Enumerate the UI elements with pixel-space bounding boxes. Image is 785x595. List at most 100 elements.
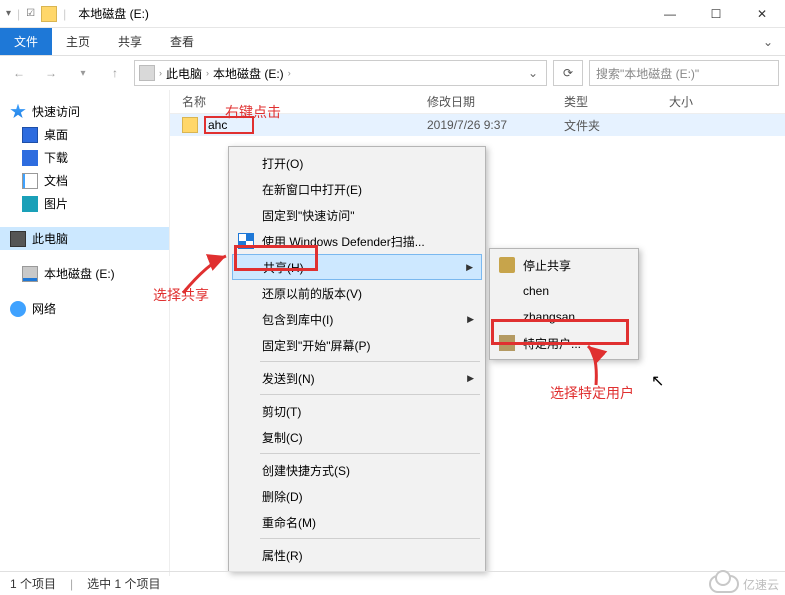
status-selected: 选中 1 个项目 [87,575,160,592]
sidebar-item-label: 文档 [44,172,68,189]
qat-sep2: | [63,7,66,21]
sidebar-item-drive-e[interactable]: 本地磁盘 (E:) [0,262,169,285]
sidebar-item-downloads[interactable]: 下载 [0,146,169,169]
chevron-right-icon: ▶ [467,314,474,325]
menu-item-stop-share[interactable]: 停止共享 [493,252,635,278]
tab-share[interactable]: 共享 [104,28,156,55]
chevron-right-icon: ▶ [466,262,473,273]
menu-separator [260,453,480,454]
drive-icon [22,266,38,282]
menu-item-defender[interactable]: 使用 Windows Defender扫描... [232,228,482,254]
menu-item-include[interactable]: 包含到库中(I)▶ [232,306,482,332]
qat-dropdown-icon[interactable]: ▾ [6,8,11,19]
menu-item-share[interactable]: 共享(H)▶ [232,254,482,280]
nav-recent-icon[interactable]: ▾ [70,60,96,86]
cursor-icon: ↖ [651,371,664,391]
sidebar-item-label: 图片 [44,195,68,212]
folder-icon [41,6,57,22]
download-icon [22,150,38,166]
search-input[interactable]: 搜索"本地磁盘 (E:)" [589,60,779,86]
ribbon-expand-icon[interactable]: ⌄ [751,28,785,55]
ribbon-tabs: 文件 主页 共享 查看 ⌄ [0,28,785,56]
menu-item-send-to[interactable]: 发送到(N)▶ [232,365,482,391]
nav-up-button[interactable]: ↑ [102,60,128,86]
status-count: 1 个项目 [10,575,56,592]
list-item[interactable]: ahc 2019/7/26 9:37 文件夹 [170,114,785,136]
sidebar-item-this-pc[interactable]: 此电脑 [0,227,169,250]
menu-item-restore[interactable]: 还原以前的版本(V) [232,280,482,306]
tab-view[interactable]: 查看 [156,28,208,55]
close-button[interactable]: ✕ [739,0,785,28]
chevron-right-icon: › [206,68,209,78]
sidebar-item-label: 快速访问 [32,103,80,120]
network-icon [10,301,26,317]
minimize-button[interactable]: — [647,0,693,28]
sidebar-item-label: 桌面 [44,126,68,143]
nav-forward-button[interactable]: → [38,60,64,86]
status-separator: | [70,577,73,591]
nav-back-button[interactable]: ← [6,60,32,86]
menu-item-user-chen[interactable]: chen [493,278,635,304]
column-size[interactable]: 大小 [669,93,693,110]
document-icon [22,173,38,189]
context-menu: 打开(O) 在新窗口中打开(E) 固定到"快速访问" 使用 Windows De… [228,146,486,572]
lock-icon [499,257,515,273]
address-bar[interactable]: › 此电脑 › 本地磁盘 (E:) › ⌄ [134,60,547,86]
column-date[interactable]: 修改日期 [427,93,564,110]
folder-icon [182,117,198,133]
share-submenu: 停止共享 chen zhangsan 特定用户... [489,248,639,360]
qat-check-icon[interactable]: ☑ [26,8,35,19]
tab-file[interactable]: 文件 [0,28,52,55]
column-name[interactable]: 名称 [182,93,427,110]
star-icon [10,104,26,120]
sidebar-item-pictures[interactable]: 图片 [0,192,169,215]
pc-icon [139,65,155,81]
menu-item-open[interactable]: 打开(O) [232,150,482,176]
sidebar-item-label: 下载 [44,149,68,166]
search-placeholder: 搜索"本地磁盘 (E:)" [596,65,699,82]
sidebar-item-network[interactable]: 网络 [0,297,169,320]
people-icon [499,335,515,351]
refresh-button[interactable]: ⟳ [553,60,583,86]
menu-item-pin-quick[interactable]: 固定到"快速访问" [232,202,482,228]
sidebar-item-quick-access[interactable]: 快速访问 [0,100,169,123]
menu-item-specific-users[interactable]: 特定用户... [493,330,635,356]
chevron-right-icon: › [288,68,291,78]
menu-item-new-window[interactable]: 在新窗口中打开(E) [232,176,482,202]
watermark: 亿速云 [709,575,779,593]
sidebar-item-label: 网络 [32,300,56,317]
status-bar: 1 个项目 | 选中 1 个项目 [0,571,785,595]
breadcrumb[interactable]: 此电脑 [166,65,202,82]
navigation-bar: ← → ▾ ↑ › 此电脑 › 本地磁盘 (E:) › ⌄ ⟳ 搜索"本地磁盘 … [0,56,785,90]
menu-item-rename[interactable]: 重命名(M) [232,509,482,535]
menu-item-user-zhangsan[interactable]: zhangsan [493,304,635,330]
file-name: ahc [208,118,227,132]
navigation-pane: 快速访问 桌面 下载 文档 图片 此电脑 本地磁盘 (E:) 网络 [0,90,170,576]
maximize-button[interactable]: ☐ [693,0,739,28]
desktop-icon [22,127,38,143]
column-headers: 名称 修改日期 类型 大小 [170,90,785,114]
chevron-right-icon: › [159,68,162,78]
cloud-icon [709,575,739,593]
file-date: 2019/7/26 9:37 [427,118,564,132]
address-dropdown-icon[interactable]: ⌄ [524,66,542,80]
picture-icon [22,196,38,212]
window-titlebar: ▾ | ☑ | 本地磁盘 (E:) — ☐ ✕ [0,0,785,28]
menu-item-delete[interactable]: 删除(D) [232,483,482,509]
menu-item-cut[interactable]: 剪切(T) [232,398,482,424]
menu-item-copy[interactable]: 复制(C) [232,424,482,450]
menu-item-shortcut[interactable]: 创建快捷方式(S) [232,457,482,483]
menu-separator [260,538,480,539]
qat-sep: | [17,7,20,21]
window-title: 本地磁盘 (E:) [78,5,149,22]
menu-item-pin-start[interactable]: 固定到"开始"屏幕(P) [232,332,482,358]
menu-separator [260,361,480,362]
tab-home[interactable]: 主页 [52,28,104,55]
breadcrumb[interactable]: 本地磁盘 (E:) [213,65,284,82]
chevron-right-icon: ▶ [467,373,474,384]
menu-separator [260,394,480,395]
column-type[interactable]: 类型 [564,93,669,110]
menu-item-properties[interactable]: 属性(R) [232,542,482,568]
sidebar-item-desktop[interactable]: 桌面 [0,123,169,146]
sidebar-item-documents[interactable]: 文档 [0,169,169,192]
